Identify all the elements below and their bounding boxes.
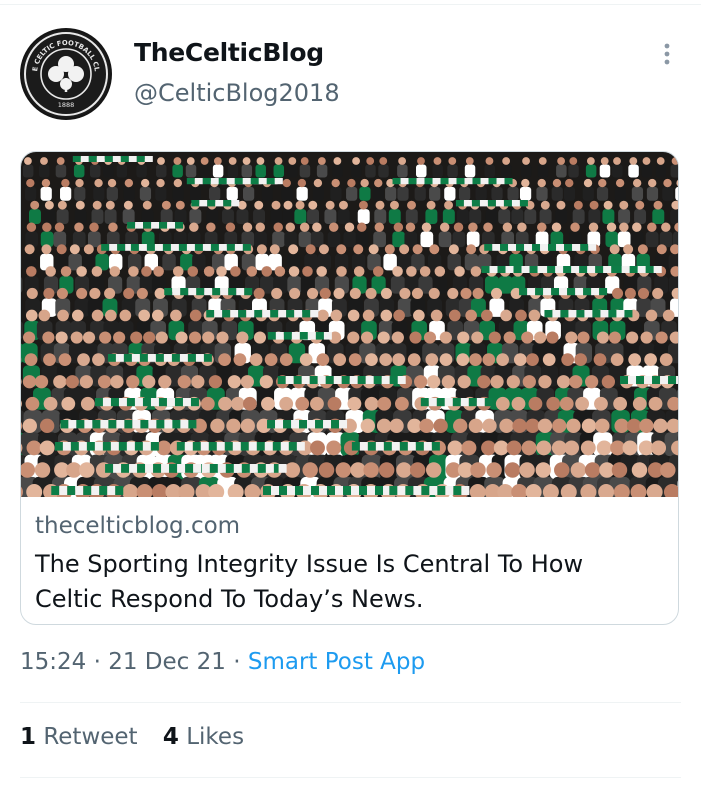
retweet-label: Retweet [43,724,138,750]
separator-dot: · [233,649,248,675]
likes-stat[interactable]: 4 Likes [163,724,244,750]
divider [20,777,681,778]
crowd-photo [21,152,678,497]
retweet-count: 1 [20,724,37,750]
tweet-time[interactable]: 15:24 [20,649,86,675]
source-link[interactable]: Smart Post App [248,649,425,675]
separator-dot: · [93,649,109,675]
divider [20,702,681,703]
more-options-icon[interactable] [652,38,682,70]
author-display-name[interactable]: TheCelticBlog [134,38,324,67]
avatar[interactable]: THE CELTIC FOOTBALL CLUB 1888 [20,28,112,120]
link-card[interactable]: thecelticblog.com The Sporting Integrity… [20,151,679,625]
tweet-meta: 15:24 · 21 Dec 21 · Smart Post App [20,649,425,675]
celtic-crest-icon: THE CELTIC FOOTBALL CLUB 1888 [20,28,110,118]
tweet-date[interactable]: 21 Dec 21 [108,649,226,675]
card-title: The Sporting Integrity Issue Is Central … [35,550,584,613]
tweet-stats: 1 Retweet 4 Likes [20,724,262,750]
author-handle[interactable]: @CelticBlog2018 [134,79,340,107]
retweets-stat[interactable]: 1 Retweet [20,724,138,750]
like-count: 4 [162,724,179,750]
like-label: Likes [186,724,245,750]
crest-year: 1888 [58,101,75,109]
card-domain: thecelticblog.com [35,513,241,539]
top-divider [0,4,701,5]
